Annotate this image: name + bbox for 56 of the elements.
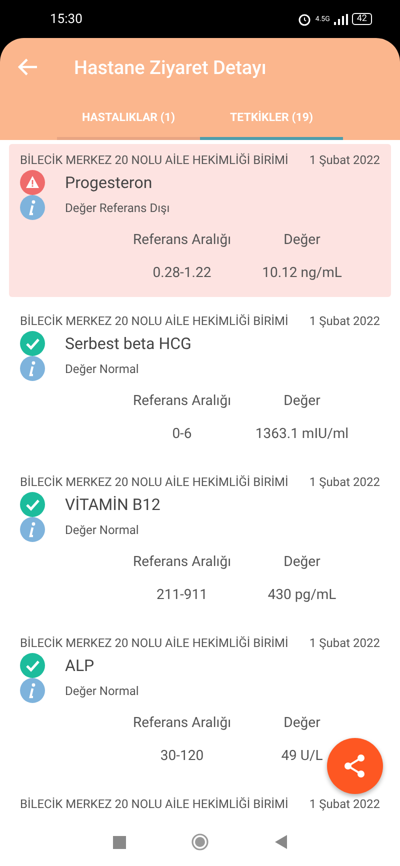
- facility-name: BİLECİK MERKEZ 20 NOLU AİLE HEKİMLİĞİ BİRİMİ: [20, 636, 288, 650]
- facility-name: BİLECİK MERKEZ 20 NOLU AİLE HEKİMLİĞİ BİRİMİ: [20, 475, 288, 489]
- result-date: 1 Şubat 2022: [309, 636, 380, 650]
- facility-name: BİLECİK MERKEZ 20 NOLU AİLE HEKİMLİĞİ BİRİMİ: [20, 314, 288, 328]
- result-card[interactable]: BİLECİK MERKEZ 20 NOLU AİLE HEKİMLİĞİ BİRİMİ 1 Şubat 2022 VİTAMİN B12 Değer Normal Referans Aralığı Değer 211-911 430 pg/mL: [9, 466, 391, 619]
- info-icon: [20, 195, 45, 220]
- warning-icon: [20, 170, 45, 195]
- test-name: Progesteron: [65, 173, 152, 192]
- result-value: 49 U/L: [280, 748, 324, 764]
- result-card[interactable]: BİLECİK MERKEZ 20 NOLU AİLE HEKİMLİĞİ BİRİMİ 1 Şubat 2022 ALP Değer Normal Referans Aralığı Değer 30-120 49 U/L: [9, 627, 391, 780]
- result-card[interactable]: BİLECİK MERKEZ 20 NOLU AİLE HEKİMLİĞİ BİRİMİ 1 Şubat 2022 Progesteron Değer Referans Dışı Referans Aralığı Değer 0.28-1.22 10.12 ng/mL: [9, 144, 391, 297]
- status-text: Değer Normal: [65, 684, 139, 698]
- back-arrow-icon[interactable]: [18, 58, 38, 76]
- result-card[interactable]: BİLECİK MERKEZ 20 NOLU AİLE HEKİMLİĞİ BİRİMİ 1 Şubat 2022 Serbest beta HCG Değer Normal Referans Aralığı Değer 0-6 1363.1 mIU/ml: [9, 305, 391, 458]
- clock-time: 15:30: [50, 12, 82, 26]
- reference-range: 0-6: [171, 426, 193, 442]
- info-icon: [20, 517, 45, 542]
- info-icon: [20, 356, 45, 381]
- signal-icon: [334, 14, 348, 24]
- facility-name: BİLECİK MERKEZ 20 NOLU AİLE HEKİMLİĞİ BİRİMİ: [20, 797, 288, 811]
- column-label: Referans Aralığı: [132, 554, 232, 570]
- check-icon: [20, 492, 45, 517]
- recents-icon[interactable]: [112, 836, 126, 848]
- reference-range: 30-120: [159, 748, 205, 764]
- column-label: Değer: [282, 554, 322, 570]
- result-card[interactable]: BİLECİK MERKEZ 20 NOLU AİLE HEKİMLİĞİ BİRİMİ 1 Şubat 2022: [9, 788, 391, 818]
- test-name: ALP: [65, 656, 94, 675]
- reference-range: 211-911: [155, 587, 209, 603]
- result-date: 1 Şubat 2022: [309, 797, 380, 811]
- reference-range: 0.28-1.22: [152, 265, 212, 281]
- column-label: Referans Aralığı: [132, 393, 232, 409]
- back-icon[interactable]: [275, 835, 288, 849]
- column-label: Değer: [282, 393, 322, 409]
- status-text: Değer Referans Dışı: [65, 200, 170, 214]
- result-value: 430 pg/mL: [266, 587, 338, 603]
- column-label: Referans Aralığı: [132, 715, 232, 731]
- column-label: Değer: [282, 715, 322, 731]
- facility-name: BİLECİK MERKEZ 20 NOLU AİLE HEKİMLİĞİ BİRİMİ: [20, 153, 288, 167]
- column-label: Referans Aralığı: [132, 232, 232, 248]
- test-name: Serbest beta HCG: [65, 334, 192, 353]
- status-text: Değer Normal: [65, 522, 139, 536]
- result-date: 1 Şubat 2022: [309, 314, 380, 328]
- result-value: 10.12 ng/mL: [261, 265, 343, 281]
- test-name: VİTAMİN B12: [65, 495, 160, 514]
- home-icon[interactable]: [191, 833, 210, 851]
- info-icon: [20, 678, 45, 703]
- screen-title: Hastane Ziyaret Detayı: [74, 56, 266, 78]
- check-icon: [20, 331, 45, 356]
- alarm-icon: [298, 12, 312, 26]
- battery-level: 42: [352, 13, 372, 25]
- status-text: Değer Normal: [65, 362, 139, 376]
- result-date: 1 Şubat 2022: [309, 475, 380, 489]
- check-icon: [20, 653, 45, 678]
- result-value: 1363.1 mIU/ml: [254, 426, 350, 442]
- result-date: 1 Şubat 2022: [309, 153, 380, 167]
- column-label: Değer: [282, 232, 322, 248]
